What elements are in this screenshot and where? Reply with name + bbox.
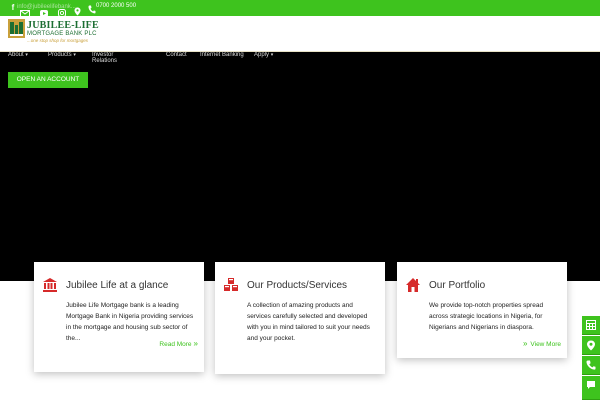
call-button[interactable] (582, 356, 600, 375)
nav-item-contact[interactable]: Contact (166, 52, 187, 58)
card-at-a-glance: Jubilee Life at a glance Jubilee Life Mo… (34, 262, 204, 372)
card-body: A collection of amazing products and ser… (247, 302, 370, 342)
nav-item-internet-banking[interactable]: Internet Banking (200, 52, 244, 58)
phone-number[interactable]: 0700 2000 500 (96, 3, 136, 9)
nav-item-apply[interactable]: Apply ▾ (254, 52, 273, 58)
top-bar: f info@jubileelifebank... 0700 2000 500 (0, 0, 600, 17)
main-nav: About ▾ Products ▾ Investor Relations Co… (8, 52, 328, 64)
brand-name: JUBILEE-LIFE (27, 20, 99, 31)
double-chevron-icon: » (193, 339, 198, 348)
home-icon (406, 278, 420, 292)
double-chevron-icon: » (522, 339, 528, 348)
page: f info@jubileelifebank... 0700 2000 500 (0, 0, 600, 400)
nav-item-products[interactable]: Products ▾ (48, 52, 76, 58)
brand-tagline: ...one stop shop for mortgages (27, 38, 89, 43)
card-title: Our Products/Services (247, 280, 348, 291)
card-body: We provide top-notch properties spread a… (429, 302, 544, 331)
brand-subtitle: MORTGAGE BANK PLC (27, 31, 97, 37)
bank-icon (43, 278, 57, 292)
nav-item-about[interactable]: About ▾ (8, 52, 28, 58)
card-title: Jubilee Life at a glance (66, 280, 169, 291)
read-more-link[interactable]: Read More» (159, 339, 198, 348)
card-body: Jubilee Life Mortgage bank is a leading … (66, 302, 194, 342)
calculator-button[interactable] (582, 316, 600, 335)
card-title: Our Portfolio (429, 280, 486, 291)
nav-item-investor-relations[interactable]: Investor Relations (92, 52, 126, 64)
logo-mark-icon (8, 19, 25, 38)
phone-icon (586, 360, 596, 370)
logo[interactable]: JUBILEE-LIFE MORTGAGE BANK PLC ...one st… (8, 19, 100, 49)
card-portfolio: Our Portfolio We provide top-notch prope… (397, 262, 567, 358)
view-more-link[interactable]: » View More (523, 339, 561, 348)
card-products-services: Our Products/Services A collection of am… (215, 262, 385, 374)
calculator-icon (586, 320, 596, 330)
hero-banner: About ▾ Products ▾ Investor Relations Co… (0, 52, 600, 281)
map-button[interactable] (582, 336, 600, 355)
site-header: JUBILEE-LIFE MORTGAGE BANK PLC ...one st… (0, 16, 600, 52)
chat-button[interactable] (582, 376, 600, 400)
cubes-icon (224, 278, 238, 291)
open-account-button[interactable]: OPEN AN ACCOUNT (8, 72, 88, 88)
map-pin-icon (587, 340, 595, 351)
chat-icon (587, 381, 595, 389)
